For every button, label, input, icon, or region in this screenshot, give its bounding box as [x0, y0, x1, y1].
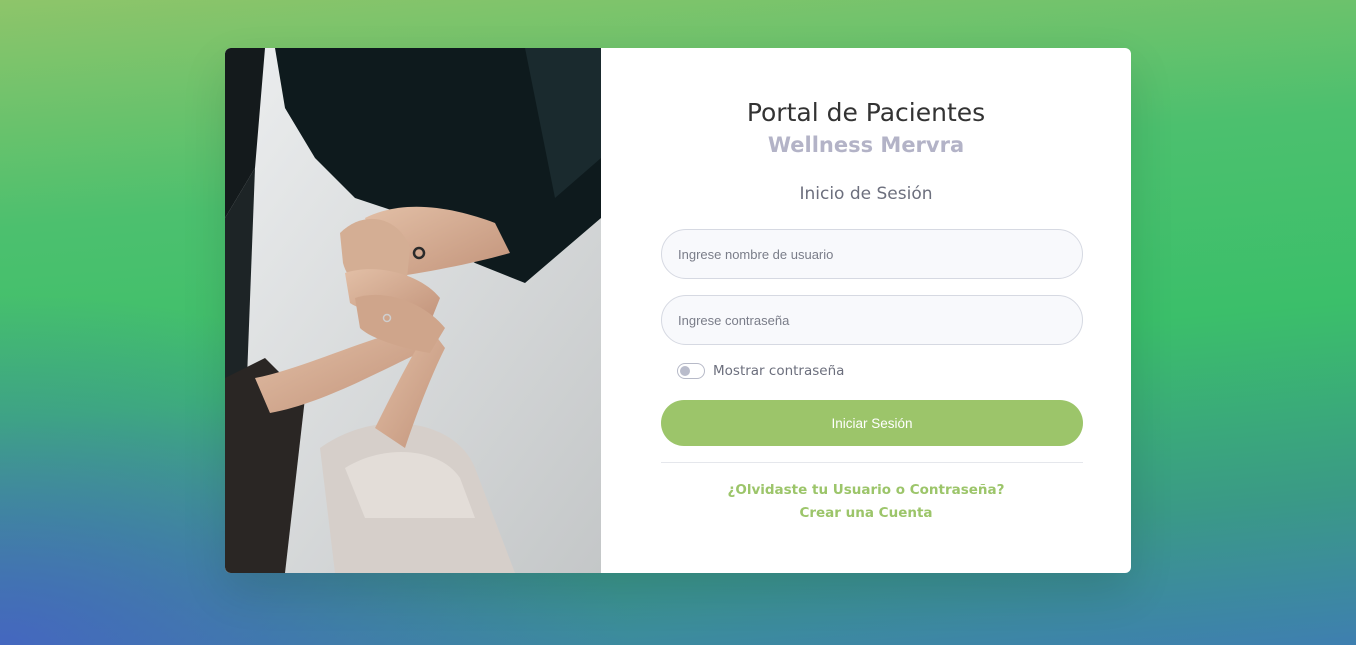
- forgot-credentials-link[interactable]: ¿Olvidaste tu Usuario o Contraseña?: [601, 482, 1131, 498]
- toggle-knob: [680, 366, 690, 376]
- show-password-row: Mostrar contraseña: [677, 363, 844, 379]
- login-form-panel: Portal de Pacientes Wellness Mervra Inic…: [601, 48, 1131, 573]
- login-button[interactable]: Iniciar Sesión: [661, 400, 1083, 446]
- create-account-link[interactable]: Crear una Cuenta: [601, 505, 1131, 521]
- username-input[interactable]: [661, 229, 1083, 279]
- login-section-title: Inicio de Sesión: [799, 184, 933, 204]
- portal-title: Portal de Pacientes: [746, 98, 986, 127]
- password-input[interactable]: [661, 295, 1083, 345]
- login-card: Portal de Pacientes Wellness Mervra Inic…: [225, 48, 1131, 573]
- divider: [661, 462, 1083, 463]
- holding-hands-photo: [225, 48, 601, 573]
- show-password-label: Mostrar contraseña: [713, 363, 845, 379]
- portal-subtitle: Wellness Mervra: [767, 133, 965, 157]
- show-password-toggle[interactable]: [677, 363, 705, 379]
